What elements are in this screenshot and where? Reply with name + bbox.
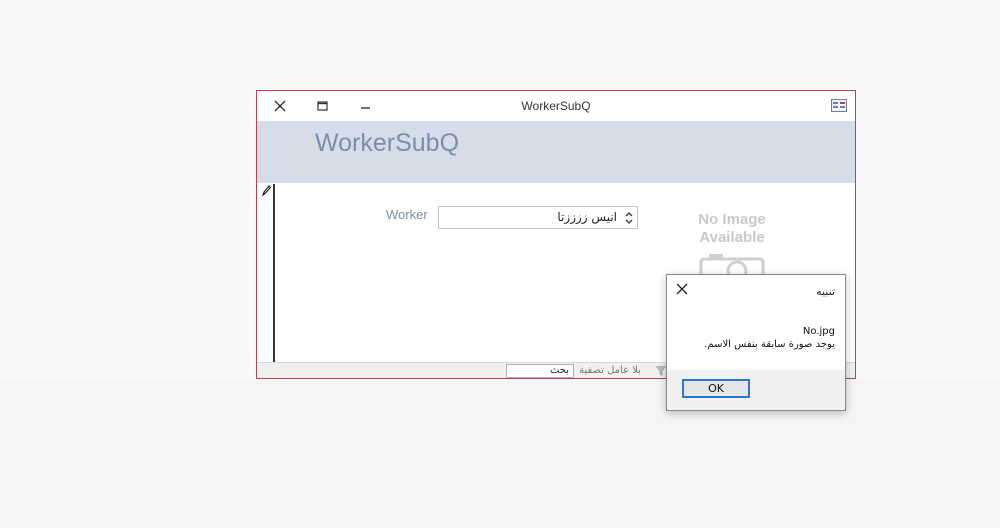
worker-combobox[interactable]: انيس ززززتا bbox=[438, 206, 638, 229]
dialog-title: تنبيه bbox=[816, 285, 835, 298]
close-icon[interactable] bbox=[676, 283, 688, 295]
form-header-title: WorkerSubQ bbox=[315, 129, 460, 157]
available-text: Available bbox=[699, 229, 765, 246]
worker-value: انيس ززززتا bbox=[557, 210, 617, 224]
filter-status-label[interactable]: بلا عامل تصفية bbox=[579, 365, 641, 376]
dialog-message-line1: No.jpg bbox=[802, 326, 835, 337]
worker-label: Worker bbox=[386, 207, 428, 222]
no-image-text: No Image bbox=[698, 211, 766, 228]
dialog-footer: OK bbox=[667, 370, 845, 410]
dialog-message: No.jpg يوجد صورة سابقة بنفس الاسم. bbox=[675, 325, 835, 351]
dialog-message-line2: يوجد صورة سابقة بنفس الاسم. bbox=[704, 339, 835, 350]
form-header: WorkerSubQ bbox=[257, 121, 855, 183]
image-placeholder: No Image Available bbox=[677, 211, 787, 281]
ok-button[interactable]: OK bbox=[682, 379, 750, 398]
search-input[interactable]: بحث bbox=[506, 364, 574, 378]
spinner-arrows-icon[interactable] bbox=[624, 210, 634, 226]
message-dialog: تنبيه No.jpg يوجد صورة سابقة بنفس الاسم.… bbox=[666, 274, 846, 411]
title-bar: WorkerSubQ bbox=[257, 91, 855, 121]
filter-icon bbox=[656, 366, 666, 376]
form-icon bbox=[831, 99, 847, 112]
window-title: WorkerSubQ bbox=[521, 99, 591, 113]
pencil-icon bbox=[261, 185, 271, 197]
record-selector[interactable] bbox=[257, 184, 275, 362]
